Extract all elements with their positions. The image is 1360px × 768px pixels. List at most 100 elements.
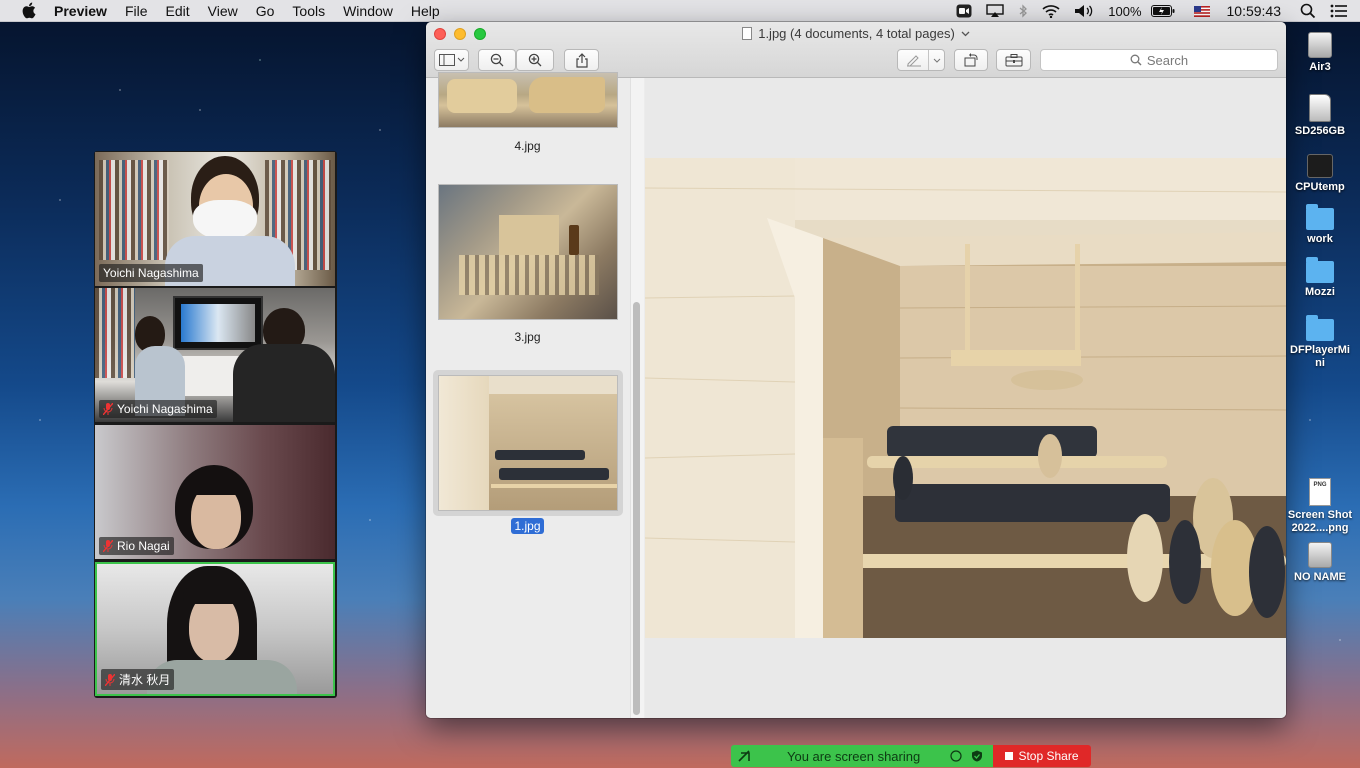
window-title[interactable]: 1.jpg (4 documents, 4 total pages): [426, 26, 1286, 41]
window-title-text: 1.jpg (4 documents, 4 total pages): [758, 26, 955, 41]
drive-icon: [1308, 542, 1332, 568]
menu-go[interactable]: Go: [247, 0, 284, 22]
participant-name-label: Rio Nagai: [99, 537, 174, 555]
desktop-icon-label: work: [1307, 233, 1333, 245]
chevron-down-icon[interactable]: [928, 50, 944, 70]
dowel: [491, 484, 617, 488]
stop-share-label: Stop Share: [1018, 749, 1079, 763]
search-placeholder: Search: [1146, 52, 1189, 68]
spotlight-search-icon[interactable]: [1300, 0, 1316, 22]
menu-file[interactable]: File: [116, 0, 157, 22]
rotate-button[interactable]: [954, 49, 988, 71]
input-source-flag-icon[interactable]: [1193, 0, 1210, 22]
menu-tools[interactable]: Tools: [283, 0, 334, 22]
sidebar-scrollbar[interactable]: [633, 302, 640, 715]
menu-app-name[interactable]: Preview: [54, 0, 116, 22]
menu-clock[interactable]: 10:59:43: [1227, 0, 1282, 22]
thumbnail-sidebar: 4.jpg 3.jpg 1.jpg: [426, 72, 644, 718]
share-button[interactable]: [564, 49, 599, 71]
bluetooth-icon[interactable]: [1018, 0, 1028, 22]
desktop-icon-dfplayermini[interactable]: DFPlayerMi ni: [1285, 315, 1355, 370]
participant-name: Yoichi Nagashima: [117, 402, 213, 416]
wifi-icon[interactable]: [1042, 0, 1060, 22]
executable-icon: [1307, 154, 1333, 178]
stop-share-button[interactable]: Stop Share: [993, 745, 1091, 767]
battery-percent: 100%: [1108, 3, 1142, 19]
desktop-icon-sd256gb[interactable]: SD256GB: [1285, 94, 1355, 138]
zoom-gallery-view: Yoichi Nagashima Yoichi Nagashima Rio Na…: [94, 151, 337, 698]
share-icon: [575, 52, 588, 68]
shield-check-icon[interactable]: [971, 750, 983, 762]
thumbnail-label-selected[interactable]: 1.jpg: [426, 518, 629, 534]
menu-view[interactable]: View: [199, 0, 247, 22]
cylinder: [495, 450, 585, 460]
participant-video-tile[interactable]: Yoichi Nagashima: [95, 288, 335, 422]
rotate-icon: [964, 53, 978, 67]
screen-sharing-indicator[interactable]: You are screen sharing: [731, 745, 993, 767]
folder-icon: [1306, 257, 1334, 283]
zoom-in-button[interactable]: [516, 49, 554, 71]
menu-help[interactable]: Help: [402, 0, 449, 22]
desktop-icon-cputemp[interactable]: CPUtemp: [1285, 154, 1355, 194]
apple-menu-icon[interactable]: [19, 2, 37, 20]
drive-icon: [1308, 32, 1332, 58]
markup-toolbox-button[interactable]: [996, 49, 1031, 71]
thumbnail-4[interactable]: [438, 72, 618, 128]
participant-bangs: [183, 588, 245, 604]
sidebar-icon: [438, 54, 464, 66]
window-titlebar[interactable]: 1.jpg (4 documents, 4 total pages) Searc…: [426, 22, 1286, 78]
desktop-icon-air3[interactable]: Air3: [1285, 32, 1355, 74]
wood-piece: [447, 79, 517, 113]
desktop-icon-work[interactable]: work: [1285, 204, 1355, 246]
wood-parts: [499, 215, 559, 255]
desktop-icon-screenshot[interactable]: PNG Screen Shot 2022....png: [1285, 478, 1355, 535]
zoom-out-button[interactable]: [478, 49, 516, 71]
monitor-screen: [173, 296, 263, 350]
participant-body: [233, 344, 335, 422]
document-view: [645, 78, 1286, 718]
thumbnail-3[interactable]: [438, 184, 618, 320]
zoom-out-icon: [490, 53, 504, 67]
battery-icon[interactable]: [1150, 0, 1175, 22]
menu-edit[interactable]: Edit: [157, 0, 199, 22]
bottle: [569, 225, 579, 255]
menu-window[interactable]: Window: [334, 0, 402, 22]
drag-handle-icon[interactable]: [737, 749, 751, 763]
pause-share-icon[interactable]: [950, 750, 962, 762]
search-field[interactable]: Search: [1040, 49, 1278, 71]
main-image[interactable]: [645, 158, 1286, 638]
participant-video-tile[interactable]: Yoichi Nagashima: [95, 152, 335, 286]
pen-icon: [907, 55, 921, 67]
participant-name-label: Yoichi Nagashima: [99, 400, 217, 418]
desktop-icon-mozzi[interactable]: Mozzi: [1285, 257, 1355, 299]
markup-pen-button[interactable]: [897, 49, 945, 71]
toolbox-icon: [1005, 53, 1022, 66]
chevron-down-icon: [961, 31, 970, 36]
volume-icon[interactable]: [1074, 0, 1094, 22]
sidebar-toggle-button[interactable]: [434, 49, 469, 71]
desktop-icon-label: Mozzi: [1305, 286, 1335, 298]
zoom-in-icon: [528, 53, 542, 67]
desktop-icon-label: Screen Shot 2022....png: [1287, 509, 1353, 534]
bookshelf-background: [99, 160, 169, 260]
box-wall: [439, 376, 489, 510]
thumbnail-1[interactable]: [438, 375, 618, 511]
zoom-status-icon[interactable]: [956, 0, 972, 22]
airplay-icon[interactable]: [986, 0, 1004, 22]
zoom-share-toolbar: You are screen sharing Stop Share: [731, 745, 1091, 767]
desktop-icon-no-name[interactable]: NO NAME: [1285, 542, 1355, 584]
notification-center-icon[interactable]: [1330, 0, 1348, 22]
wood-parts: [459, 255, 599, 295]
active-speaker-video-tile[interactable]: 清水 秋月: [95, 562, 335, 696]
preview-window: 1.jpg (4 documents, 4 total pages) Searc…: [426, 22, 1286, 718]
participant-video-tile[interactable]: Rio Nagai: [95, 425, 335, 559]
thumbnail-label[interactable]: 4.jpg: [426, 139, 629, 153]
muted-microphone-icon: [103, 403, 113, 415]
folder-icon: [1306, 204, 1334, 230]
participant-name-label: Yoichi Nagashima: [99, 264, 203, 282]
sd-card-icon: [1309, 94, 1331, 122]
muted-microphone-icon: [105, 673, 115, 686]
share-status-text: You are screen sharing: [787, 748, 921, 764]
thumbnail-label[interactable]: 3.jpg: [426, 330, 629, 344]
desktop-icon-label: CPUtemp: [1295, 181, 1345, 193]
